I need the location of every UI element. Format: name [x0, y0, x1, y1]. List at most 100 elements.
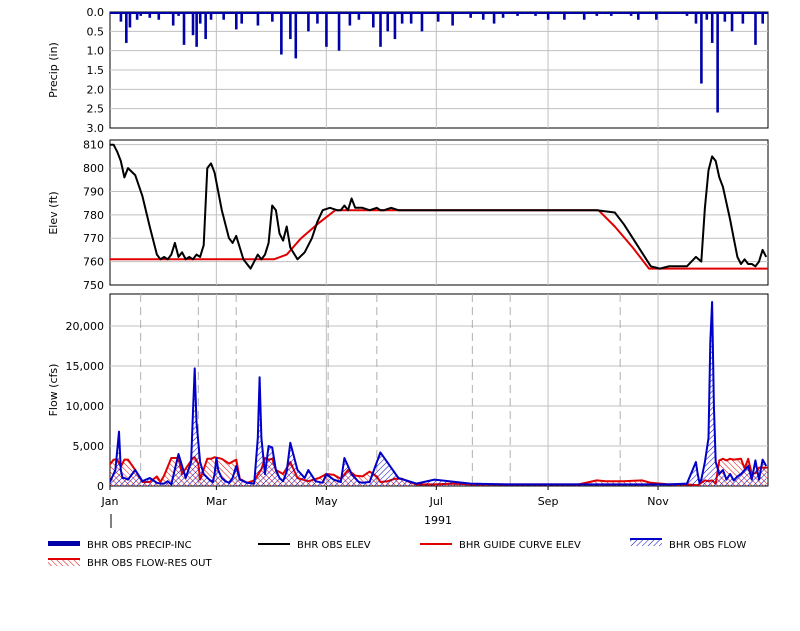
precip-bar	[716, 12, 719, 113]
x-tick-label: May	[315, 495, 338, 508]
precip-bar	[119, 12, 123, 22]
precip-ytick: 2.0	[87, 83, 105, 96]
legend-label-res-out: BHR OBS FLOW-RES OUT	[87, 558, 213, 569]
flow-ytick: 0	[97, 480, 104, 493]
x-tick-label: Mar	[206, 495, 227, 508]
elev-ytick: 770	[83, 232, 104, 245]
precip-bar	[409, 12, 413, 24]
precip-bar	[582, 12, 586, 20]
legend: BHR OBS PRECIP-INC BHR OBS ELEV BHR GUID…	[48, 538, 746, 569]
flow-ylabel: Flow (cfs)	[47, 364, 60, 417]
precip-bar	[209, 12, 213, 20]
precip-bar	[655, 12, 658, 20]
x-tick-label: Nov	[647, 495, 669, 508]
elev-panel-frame	[109, 139, 769, 286]
precip-bar	[294, 12, 298, 59]
precip-bar	[177, 12, 180, 16]
precip-bar	[139, 12, 143, 16]
precip-bar	[204, 12, 207, 40]
legend-label-guide-curve: BHR GUIDE CURVE ELEV	[459, 540, 581, 551]
elev-ytick: 790	[83, 185, 104, 198]
precip-bar	[240, 12, 243, 24]
precip-bar	[436, 12, 440, 22]
x-tick-label: Sep	[538, 495, 559, 508]
precip-bar	[171, 12, 175, 26]
precip-bar	[451, 12, 454, 26]
precip-bar	[629, 12, 633, 16]
precip-bar	[372, 12, 375, 28]
precip-bar	[469, 12, 472, 18]
precip-bar	[325, 12, 328, 47]
precip-bar	[280, 12, 283, 55]
precip-bar	[730, 12, 734, 32]
legend-swatch-precip	[48, 541, 80, 546]
precip-bar	[148, 12, 152, 18]
precip-bar	[492, 12, 496, 24]
flow-ytick: 20,000	[66, 320, 105, 333]
precip-ytick: 3.0	[87, 122, 105, 135]
precip-bar	[386, 12, 390, 32]
precip-bar	[195, 12, 198, 47]
legend-item-res-out: BHR OBS FLOW-RES OUT	[48, 558, 213, 569]
precip-bar	[256, 12, 260, 26]
precip-bar	[534, 12, 537, 16]
elev-ytick: 800	[83, 162, 104, 175]
precip-bar	[393, 12, 397, 40]
precip-bar	[563, 12, 566, 20]
precip-bar	[337, 12, 341, 51]
precip-bar	[222, 12, 225, 20]
precip-bar	[741, 12, 745, 24]
precip-bar	[271, 12, 274, 22]
legend-item-elev: BHR OBS ELEV	[258, 540, 371, 551]
legend-label-precip: BHR OBS PRECIP-INC	[87, 540, 192, 551]
precip-bar	[694, 12, 698, 24]
legend-swatch-res-out	[48, 559, 80, 566]
legend-swatch-flow	[630, 539, 662, 546]
chart-svg: 0.0 0.5 1.0 1.5 2.0 2.5 3.0 750 760 770 780 790 800 8…	[47, 6, 769, 569]
hydrograph-figure: 0.0 0.5 1.0 1.5 2.0 2.5 3.0 750 760 770 780 790 800 8…	[0, 0, 800, 627]
precip-bar	[637, 12, 640, 20]
precip-bar	[289, 12, 292, 40]
flow-ytick: 15,000	[66, 360, 105, 373]
elev-ytick: 750	[83, 279, 104, 292]
precip-bar	[723, 12, 727, 22]
legend-item-guide-curve: BHR GUIDE CURVE ELEV	[420, 540, 581, 551]
legend-label-elev: BHR OBS ELEV	[297, 540, 371, 551]
precip-ytick: 1.0	[87, 45, 105, 58]
precip-bar	[420, 12, 424, 32]
precip-bar	[157, 12, 161, 20]
x-tick-label: Jul	[429, 495, 443, 508]
precip-ylabel: Precip (in)	[47, 42, 60, 98]
precip-bar	[135, 12, 139, 20]
precip-bar	[705, 12, 709, 20]
precip-bar	[234, 12, 238, 30]
precip-bar	[685, 12, 689, 16]
flow-panel-frame	[109, 293, 769, 487]
precip-bar	[307, 12, 310, 32]
flow-ytick: 5,000	[73, 440, 105, 453]
precip-bar	[516, 12, 519, 16]
legend-item-flow: BHR OBS FLOW	[630, 538, 746, 551]
precip-bar	[546, 12, 550, 20]
precip-ytick: 2.5	[87, 103, 105, 116]
elev-ylabel: Elev (ft)	[47, 191, 60, 234]
precip-ytick: 0.5	[87, 25, 105, 38]
precip-bar	[379, 12, 382, 47]
elev-ytick: 780	[83, 209, 104, 222]
precip-bar	[128, 12, 132, 28]
flow-ytick: 10,000	[66, 400, 105, 413]
precip-bar	[316, 12, 319, 24]
precip-bar	[191, 12, 195, 36]
precip-bar	[754, 12, 757, 45]
precip-bar	[710, 12, 714, 43]
precip-bar	[609, 12, 613, 16]
elev-ytick: 760	[83, 256, 104, 269]
precip-bar	[700, 12, 703, 84]
precip-bar	[595, 12, 599, 16]
precip-bar	[400, 12, 404, 24]
precip-bar	[125, 12, 128, 43]
x-year-label: 1991	[424, 514, 452, 527]
precip-bar	[182, 12, 186, 45]
elev-ytick: 810	[83, 139, 104, 152]
precip-ytick: 1.5	[87, 64, 105, 77]
